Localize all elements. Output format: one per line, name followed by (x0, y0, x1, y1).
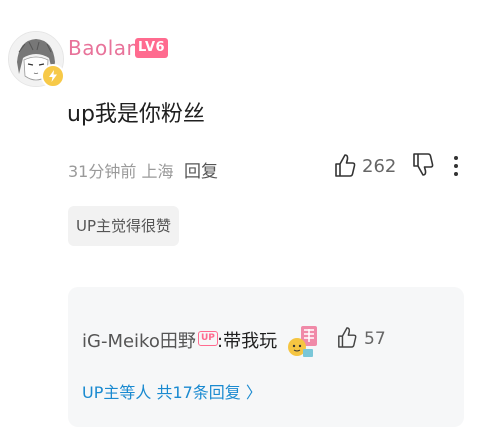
reply-preview-box[interactable]: iG-Meiko田野 UP :带我玩 57 UP主等人 共17条回复 〉 (68, 287, 464, 427)
reply-button[interactable]: 回复 (184, 157, 218, 182)
username[interactable]: Baolan (68, 36, 140, 60)
comment-time-location: 31分钟前 上海 (68, 162, 174, 181)
avatar[interactable] (8, 31, 65, 88)
like-count: 262 (362, 156, 397, 177)
thumbs-up-icon[interactable] (334, 152, 356, 178)
up-badge: UP (198, 331, 218, 346)
reply-like-count: 57 (364, 329, 386, 349)
sticker-emoji-icon (288, 326, 317, 357)
view-more-replies-link[interactable]: UP主等人 共17条回复 〉 (82, 379, 262, 403)
reply-text: :带我玩 (217, 331, 278, 352)
thunder-badge-icon (41, 64, 65, 88)
thumbs-down-icon[interactable] (412, 152, 434, 178)
up-liked-tag: UP主觉得很赞 (68, 206, 180, 246)
reply-thumbs-up-icon[interactable] (337, 325, 357, 349)
reply-author[interactable]: iG-Meiko田野 (82, 327, 196, 353)
more-vertical-icon[interactable] (452, 154, 460, 178)
comment-text: up我是你粉丝 (67, 102, 205, 127)
level-badge: LV6 (135, 38, 169, 58)
